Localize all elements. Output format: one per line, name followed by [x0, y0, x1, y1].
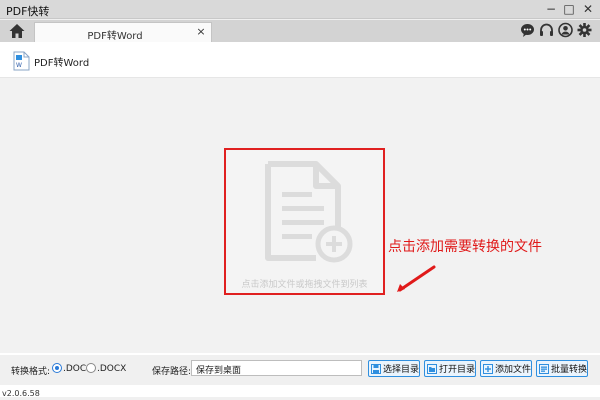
chat-icon[interactable] — [520, 22, 535, 38]
gear-icon[interactable] — [577, 22, 592, 38]
minimize-button[interactable]: − — [543, 1, 559, 17]
title-bar: PDF快转 − □ ✕ — [0, 0, 600, 19]
choose-dir-label: 选择目录 — [383, 365, 420, 375]
close-button[interactable]: ✕ — [580, 1, 596, 17]
path-label: 保存路径: — [152, 367, 192, 377]
add-file-button[interactable]: 添加文件 — [480, 360, 532, 377]
plus-icon — [483, 363, 493, 374]
tab-label: PDF转Word — [87, 31, 143, 42]
main-panel: W PDF转Word 点击添加文件或拖拽文件到列表 点击添加需要转换的文件 转换… — [0, 42, 600, 397]
svg-text:W: W — [16, 62, 22, 69]
drop-hint: 点击添加文件或拖拽文件到列表 — [241, 280, 368, 290]
annotation-arrow — [397, 265, 436, 292]
open-dir-button[interactable]: 打开目录 — [424, 360, 476, 377]
save-path-field[interactable]: 保存到桌面 — [191, 360, 362, 376]
app-title: PDF快转 — [6, 5, 50, 18]
tab-close-icon[interactable]: × — [195, 25, 207, 39]
batch-convert-button[interactable]: 批量转换 — [536, 360, 588, 377]
drop-zone[interactable]: 点击添加文件或拖拽文件到列表 — [224, 148, 385, 295]
folder-icon — [427, 363, 437, 374]
open-dir-label: 打开目录 — [439, 365, 476, 375]
save-path-value: 保存到桌面 — [196, 366, 242, 376]
file-list-area[interactable]: 点击添加文件或拖拽文件到列表 点击添加需要转换的文件 — [0, 78, 600, 353]
sub-header: W PDF转Word — [0, 42, 600, 78]
radio-docx-label[interactable]: .DOCX — [97, 364, 126, 374]
add-file-label: 添加文件 — [495, 365, 532, 375]
add-file-icon — [260, 158, 358, 266]
page-title: PDF转Word — [34, 58, 90, 69]
save-icon — [371, 363, 381, 374]
radio-doc-label[interactable]: .DOC — [63, 364, 86, 374]
headset-icon[interactable] — [539, 22, 554, 38]
user-icon[interactable] — [558, 22, 573, 38]
version-text: v2.0.6.58 — [2, 389, 40, 398]
bottom-bar: 转换格式: .DOC .DOCX 保存路径: 保存到桌面 选择目录 打开目录 添… — [0, 355, 600, 385]
tab-bar: PDF转Word × — [0, 20, 600, 42]
word-doc-icon: W — [13, 51, 30, 71]
maximize-button[interactable]: □ — [561, 1, 577, 17]
batch-convert-label: 批量转换 — [551, 365, 588, 375]
tab-pdf-to-word[interactable]: PDF转Word × — [34, 22, 212, 42]
choose-dir-button[interactable]: 选择目录 — [368, 360, 420, 377]
annotation-text: 点击添加需要转换的文件 — [388, 239, 542, 255]
convert-icon — [539, 363, 549, 374]
radio-docx[interactable] — [86, 363, 96, 373]
radio-doc[interactable] — [52, 363, 62, 373]
toolbar-icons — [520, 22, 592, 40]
format-label: 转换格式: — [11, 367, 51, 377]
home-icon[interactable] — [8, 22, 26, 40]
